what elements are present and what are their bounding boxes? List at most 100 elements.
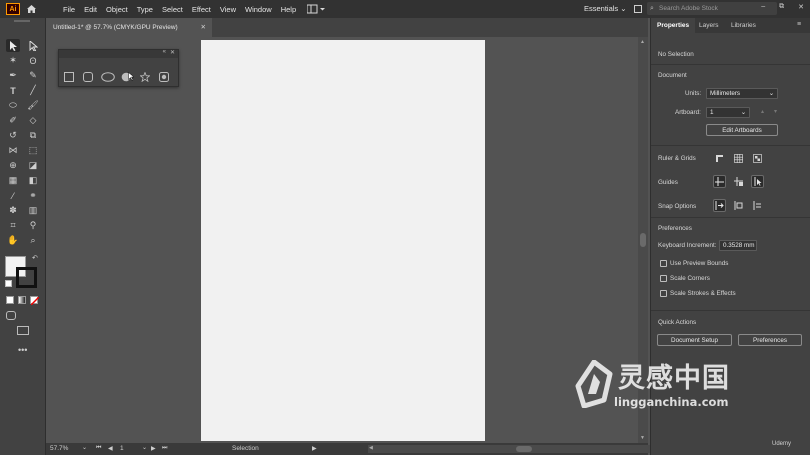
grid-icon[interactable]: [732, 152, 745, 165]
type-tool-icon[interactable]: T: [6, 84, 20, 97]
search-stock-input[interactable]: ⌕ Search Adobe Stock: [647, 2, 777, 15]
last-artboard-icon[interactable]: ⏭: [162, 445, 167, 452]
document-setup-button[interactable]: Document Setup: [657, 334, 732, 346]
scroll-left-icon[interactable]: ◀: [369, 445, 373, 451]
perspective-grid-tool-icon[interactable]: ▦: [6, 174, 20, 187]
menu-help[interactable]: Help: [281, 5, 296, 14]
magic-wand-tool-icon[interactable]: ✶: [6, 54, 20, 67]
menu-object[interactable]: Object: [106, 5, 128, 14]
gradient-mode-icon[interactable]: [18, 296, 26, 304]
smart-guides-icon[interactable]: [751, 175, 764, 188]
zoom-level[interactable]: 57.7%: [50, 445, 68, 452]
ellipse-tool-icon[interactable]: [100, 71, 116, 83]
tab-libraries[interactable]: Libraries: [725, 18, 762, 33]
column-graph-tool-icon[interactable]: ▥: [26, 204, 40, 217]
arrange-panels-icon[interactable]: [634, 5, 642, 13]
ruler-icon[interactable]: [713, 152, 726, 165]
pen-tool-icon[interactable]: ✒: [6, 69, 20, 82]
shaper-tool-icon[interactable]: ✐: [6, 114, 20, 127]
shape-builder-tool-icon[interactable]: ⊕: [6, 159, 20, 172]
eyedropper-tool-icon[interactable]: ⁄: [6, 189, 20, 202]
menu-window[interactable]: Window: [245, 5, 272, 14]
lasso-tool-icon[interactable]: ʘ: [26, 54, 40, 67]
swap-fill-stroke-icon[interactable]: ↶: [32, 254, 38, 262]
direct-selection-tool-icon[interactable]: [26, 39, 40, 52]
default-fill-stroke-icon[interactable]: [5, 280, 12, 287]
edit-toolbar-icon[interactable]: •••: [18, 345, 27, 355]
scroll-down-icon[interactable]: ▼: [640, 435, 645, 441]
rectangle-tool-icon[interactable]: [63, 71, 75, 83]
show-guides-icon[interactable]: [713, 175, 726, 188]
snap-to-grid-icon[interactable]: [732, 199, 745, 212]
menu-view[interactable]: View: [220, 5, 236, 14]
lock-guides-icon[interactable]: [732, 175, 745, 188]
eraser-tool-icon[interactable]: ◇: [26, 114, 40, 127]
gradient-tool-icon[interactable]: ◧: [26, 174, 40, 187]
drawing-mode-icon[interactable]: [6, 311, 16, 320]
scale-tool-icon[interactable]: ⧉: [26, 129, 40, 142]
artboard-dropdown-icon[interactable]: ⌄: [142, 444, 147, 451]
screen-mode-icon[interactable]: [17, 326, 29, 335]
scale-corners-checkbox[interactable]: [660, 275, 667, 282]
workspace-switcher[interactable]: Essentials ⌄: [584, 4, 627, 13]
keyboard-increment-field[interactable]: 0.3528 mm: [719, 240, 757, 251]
tab-layers[interactable]: Layers: [693, 18, 725, 33]
transparency-grid-icon[interactable]: [751, 152, 764, 165]
toolbar-grip[interactable]: [14, 20, 30, 22]
scroll-up-icon[interactable]: ▲: [640, 39, 645, 45]
scale-strokes-effects-checkbox[interactable]: [660, 290, 667, 297]
units-dropdown[interactable]: Millimeters ⌄: [706, 88, 778, 99]
panel-menu-icon[interactable]: ≡: [797, 21, 801, 28]
menu-edit[interactable]: Edit: [84, 5, 97, 14]
selection-tool-icon[interactable]: [6, 39, 20, 52]
artboard-dropdown[interactable]: 1 ⌄: [706, 107, 750, 118]
snap-to-pixel-icon[interactable]: [751, 199, 764, 212]
vertical-scroll-thumb[interactable]: [640, 233, 646, 247]
paintbrush-tool-icon[interactable]: 🖌: [26, 99, 40, 112]
rotate-tool-icon[interactable]: ↺: [6, 129, 20, 142]
menu-type[interactable]: Type: [137, 5, 153, 14]
close-icon[interactable]: ✕: [170, 49, 175, 56]
artboard-tool-icon[interactable]: ⌗: [6, 219, 20, 232]
zoom-dropdown-icon[interactable]: ⌄: [82, 444, 87, 451]
ellipse-tool-icon[interactable]: ⬭: [6, 99, 20, 112]
minimize-button[interactable]: –: [761, 3, 765, 11]
document-tab[interactable]: Untitled-1* @ 57.7% (CMYK/GPU Preview) ✕: [46, 18, 212, 37]
menu-effect[interactable]: Effect: [192, 5, 211, 14]
restore-button[interactable]: ⧉: [779, 3, 784, 11]
tab-properties[interactable]: Properties: [651, 18, 696, 33]
artboard[interactable]: [201, 40, 485, 441]
line-segment-tool-icon[interactable]: ╱: [26, 84, 40, 97]
zoom-tool-icon[interactable]: ⌕: [26, 234, 40, 247]
rounded-rectangle-tool-icon[interactable]: [82, 71, 94, 83]
status-menu-icon[interactable]: ▶: [312, 445, 317, 452]
artboard-up-icon[interactable]: ▴: [761, 108, 764, 115]
close-window-button[interactable]: ✕: [798, 3, 804, 11]
width-tool-icon[interactable]: ⋈: [6, 144, 20, 157]
prev-artboard-icon[interactable]: ◀: [108, 445, 113, 452]
flare-tool-icon[interactable]: [158, 71, 170, 83]
next-artboard-icon[interactable]: ▶: [151, 445, 156, 452]
horizontal-scrollbar[interactable]: ◀ ▶: [368, 445, 684, 453]
arrange-documents-icon[interactable]: [306, 4, 327, 14]
none-mode-icon[interactable]: [30, 296, 39, 305]
menu-file[interactable]: File: [63, 5, 75, 14]
panel-header[interactable]: « ✕: [59, 49, 178, 58]
blend-tool-icon[interactable]: ⚭: [26, 189, 40, 202]
horizontal-scroll-thumb[interactable]: [516, 446, 532, 452]
live-paint-bucket-tool-icon[interactable]: ◪: [26, 159, 40, 172]
home-icon[interactable]: [26, 4, 38, 14]
artboard-down-icon[interactable]: ▾: [774, 108, 777, 115]
color-mode-icon[interactable]: [6, 296, 14, 304]
use-preview-bounds-checkbox[interactable]: [660, 260, 667, 267]
artboard-number[interactable]: 1: [120, 445, 124, 452]
curvature-tool-icon[interactable]: ✎: [26, 69, 40, 82]
collapse-icon[interactable]: «: [163, 49, 166, 55]
snap-to-point-icon[interactable]: [713, 199, 726, 212]
edit-artboards-button[interactable]: Edit Artboards: [706, 124, 778, 136]
menu-select[interactable]: Select: [162, 5, 183, 14]
star-tool-icon[interactable]: [139, 71, 151, 83]
symbol-sprayer-tool-icon[interactable]: ✽: [6, 204, 20, 217]
close-icon[interactable]: ✕: [201, 18, 206, 37]
preferences-button[interactable]: Preferences: [738, 334, 802, 346]
